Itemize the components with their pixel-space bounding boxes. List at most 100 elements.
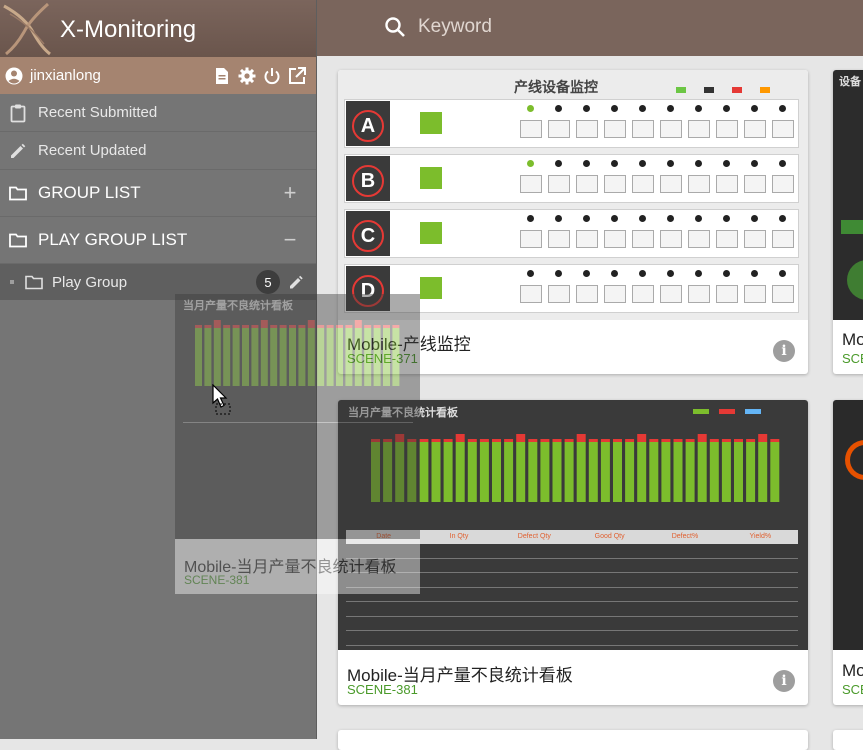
status-dot <box>779 160 786 167</box>
info-icon[interactable]: i <box>773 340 795 362</box>
status-dot <box>639 215 646 222</box>
gear-icon[interactable] <box>237 66 257 86</box>
chart-bar-cap <box>576 434 586 442</box>
machine-icon <box>772 120 794 138</box>
machine-icon <box>744 120 766 138</box>
scene-thumbnail: 当月产量不良统计看板 Date In Qty Defect Qty Good Qty D… <box>338 400 808 650</box>
machine-icon <box>520 285 542 303</box>
status-dot <box>555 270 562 277</box>
collapse-play-group-button[interactable]: − <box>280 227 300 253</box>
machine-icon <box>716 175 738 193</box>
status-dot <box>527 105 534 112</box>
search-input[interactable] <box>416 12 836 42</box>
table-row <box>346 588 798 602</box>
nav-recent-updated[interactable]: Recent Updated <box>0 132 316 170</box>
open-external-icon[interactable] <box>287 66 307 86</box>
table-header-cell: In Qty <box>449 533 469 540</box>
line-letter: B <box>352 165 384 197</box>
status-dot <box>583 270 590 277</box>
table-row <box>346 544 798 559</box>
chart-bar <box>673 442 683 502</box>
chart-bar <box>326 328 334 386</box>
chart-bar-cap <box>528 439 538 442</box>
machine-icon <box>660 230 682 248</box>
play-group-label: Play Group <box>52 273 128 291</box>
status-dot <box>555 215 562 222</box>
table-row <box>346 602 798 617</box>
machine-icon <box>632 120 654 138</box>
machine-icon <box>688 285 710 303</box>
chart-bar-cap <box>492 439 501 442</box>
card-scene-code: SCE <box>842 351 863 366</box>
scene-card[interactable]: 当月产量不良统计看板 Date In Qty Defect Qty Good Qty D… <box>338 400 808 705</box>
machine-icon <box>604 175 626 193</box>
chart-bar-cap <box>685 439 695 442</box>
play-group-item[interactable]: Play Group 5 <box>0 264 316 300</box>
status-dot <box>779 105 786 112</box>
line-badge: A <box>346 101 390 146</box>
machine-icon <box>744 285 766 303</box>
edit-pencil-icon[interactable] <box>286 272 306 292</box>
machine-icon <box>576 285 598 303</box>
scene-card[interactable] <box>833 730 863 750</box>
chart-bar-cap <box>371 439 380 442</box>
chart-bar <box>528 442 538 502</box>
scene-card[interactable]: Mo SCE <box>833 400 863 705</box>
scene-card[interactable]: 产线设备监控 ABCD Mobile-产线监控 SCENE-371 i <box>338 70 808 374</box>
table-header-cell: Defect% <box>671 533 699 540</box>
status-dot <box>611 160 618 167</box>
chart-bar-cap <box>317 325 325 328</box>
document-icon[interactable] <box>212 66 232 86</box>
table-header-cell: Yield% <box>749 533 772 540</box>
status-dot <box>667 215 674 222</box>
user-bar: jinxianlong <box>0 57 316 94</box>
search-icon[interactable] <box>383 15 407 39</box>
play-group-list-label: PLAY GROUP LIST <box>38 230 188 249</box>
username: jinxianlong <box>30 67 101 84</box>
machine-icon <box>744 175 766 193</box>
machine-icon <box>660 120 682 138</box>
card-title: Mo <box>842 330 863 349</box>
status-dot <box>527 160 534 167</box>
thumbnail-legend <box>676 87 770 93</box>
status-dot <box>779 270 786 277</box>
chart-bar-cap <box>625 439 635 442</box>
machine-icon <box>604 285 626 303</box>
table-header-cell: Good Qty <box>594 533 625 540</box>
chart-bar <box>371 442 380 502</box>
status-dot <box>695 105 702 112</box>
status-dot <box>611 215 618 222</box>
chart-bar <box>613 442 622 502</box>
chart-bar-cap <box>673 439 683 442</box>
scene-card[interactable] <box>338 730 808 750</box>
power-icon[interactable] <box>262 66 282 86</box>
nav-recent-submitted[interactable]: Recent Submitted <box>0 94 316 132</box>
card-scene-code: SCENE-371 <box>347 351 418 366</box>
status-dot <box>695 270 702 277</box>
chart-bar <box>516 442 526 502</box>
nav-label: Recent Submitted <box>38 104 158 121</box>
status-dot <box>667 160 674 167</box>
info-icon[interactable]: i <box>773 670 795 692</box>
production-line-row: D <box>344 264 799 313</box>
chart-bar <box>576 442 586 502</box>
scene-card[interactable]: 设备 Mo SCE <box>833 70 863 374</box>
status-dot <box>611 105 618 112</box>
chart-bar-cap <box>431 439 441 442</box>
chart-bar-cap <box>613 439 622 442</box>
group-list-header[interactable]: GROUP LIST + <box>0 170 316 217</box>
table-row <box>346 573 798 588</box>
chart-bar-cap <box>588 439 598 442</box>
chart-bar-cap <box>407 439 417 442</box>
scene-thumbnail: 设备 <box>833 70 863 320</box>
play-group-list-header[interactable]: PLAY GROUP LIST − <box>0 217 316 264</box>
machine-icon <box>604 120 626 138</box>
chart-bar-cap <box>770 439 780 442</box>
status-dot <box>723 160 730 167</box>
machine-icon <box>772 285 794 303</box>
machine-icon <box>716 285 738 303</box>
add-group-button[interactable]: + <box>280 180 300 206</box>
chart-bar <box>395 442 405 502</box>
chart-bar <box>564 442 574 502</box>
chart-bar-cap <box>721 439 731 442</box>
